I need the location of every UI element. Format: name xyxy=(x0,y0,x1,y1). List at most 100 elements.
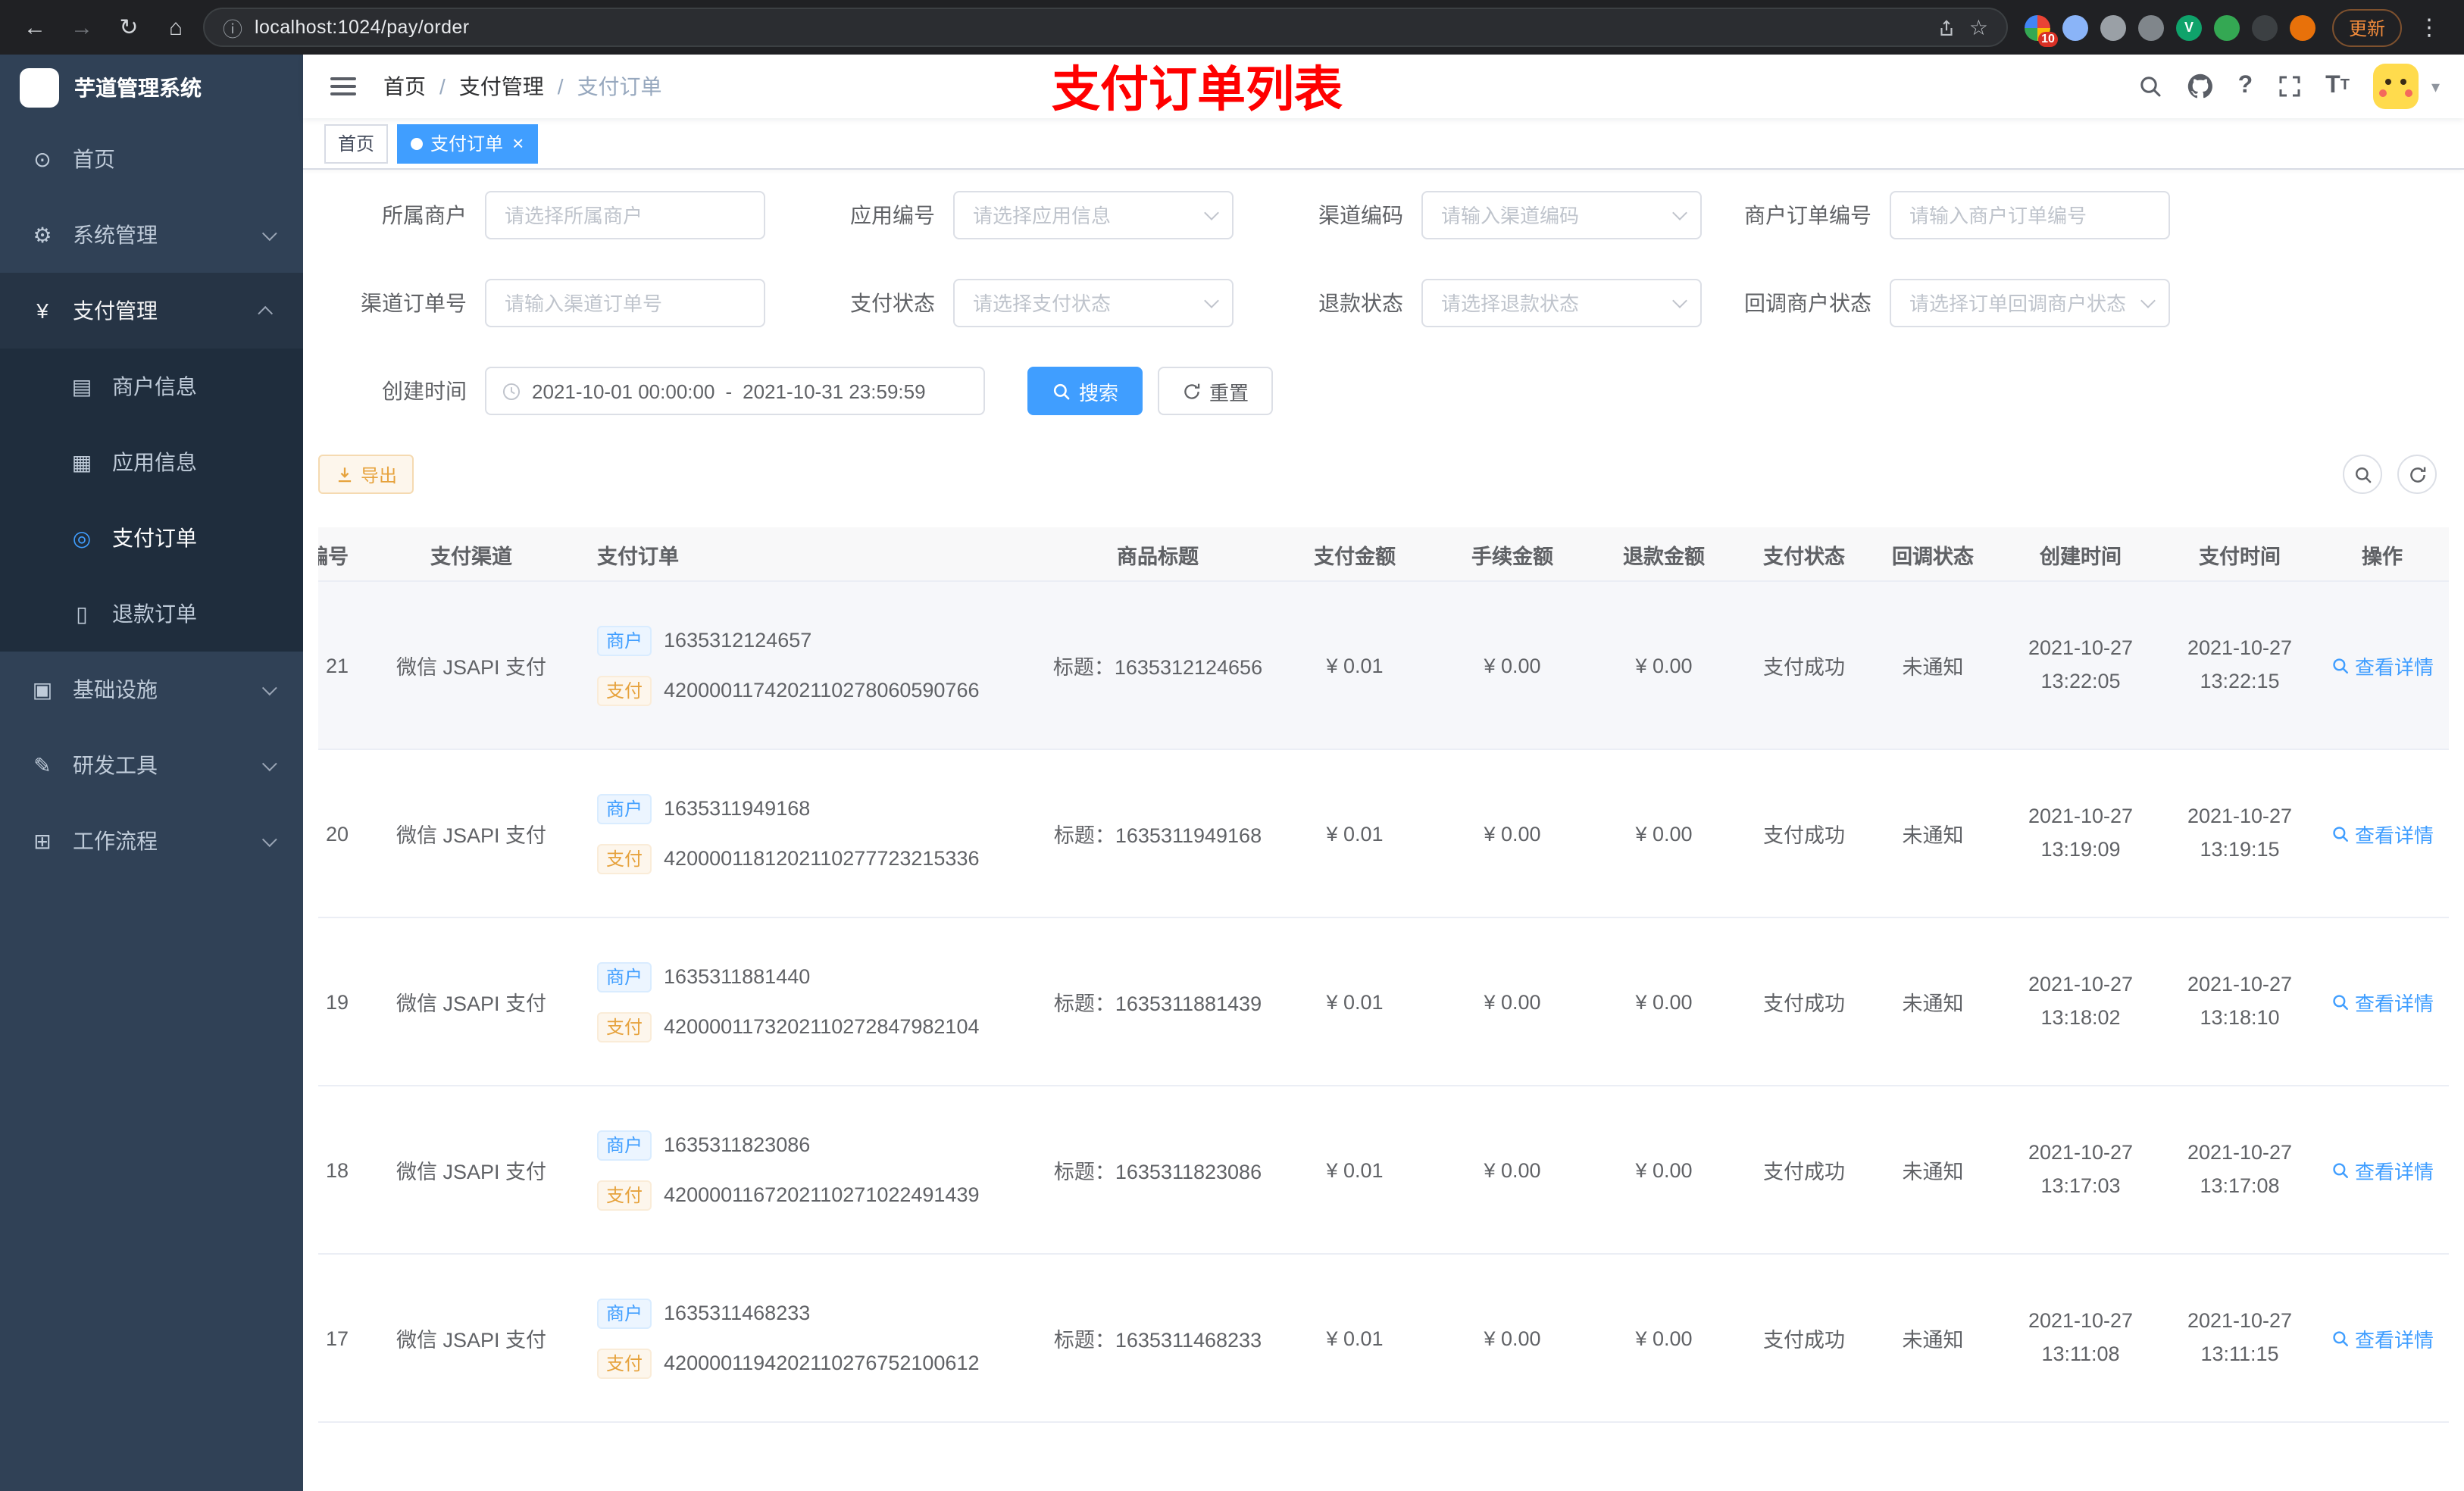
app-logo: 芋道管理系统 xyxy=(0,55,303,121)
status-cell: 支付成功 xyxy=(1763,992,1845,1015)
extension-icon[interactable] xyxy=(2062,14,2088,40)
view-detail-link[interactable]: 查看详情 xyxy=(2331,651,2434,680)
filter-input-field[interactable] xyxy=(485,279,765,327)
column-header: 商品标题 xyxy=(1117,545,1199,567)
forward-icon[interactable]: → xyxy=(62,8,102,47)
extension-icon[interactable]: 10 xyxy=(2024,14,2058,46)
sidebar-subitem-3[interactable]: ◎ 支付订单 xyxy=(0,500,303,576)
sidebar-toggle-icon[interactable] xyxy=(327,71,359,102)
filter-input-field[interactable] xyxy=(1890,279,2170,327)
view-detail-link[interactable]: 查看详情 xyxy=(2331,987,2434,1016)
merchant-order-no: 1635311468233 xyxy=(664,1302,811,1324)
view-detail-link[interactable]: 查看详情 xyxy=(2331,1155,2434,1184)
share-icon[interactable] xyxy=(1937,17,1957,37)
browser-update-button[interactable]: 更新 xyxy=(2331,8,2402,46)
back-icon[interactable]: ← xyxy=(15,8,55,47)
order-id-cell: 19 xyxy=(325,990,349,1013)
filter-select[interactable] xyxy=(1421,191,1702,239)
view-detail-link[interactable]: 查看详情 xyxy=(2331,819,2434,848)
sidebar-item-2[interactable]: ⚙ 系统管理 xyxy=(0,197,303,273)
order-id-cell: 21 xyxy=(325,654,349,677)
close-tab-icon[interactable]: × xyxy=(512,133,524,153)
pay-order-no: 4200001173202110272847982104 xyxy=(664,1015,980,1038)
pay-order-cell: 商户 1635311823086 支付 42000011672021102710224… xyxy=(585,1086,1043,1253)
status-cell xyxy=(1740,1423,1868,1491)
user-avatar[interactable] xyxy=(2373,64,2419,109)
filter-input-field[interactable] xyxy=(1890,191,2170,239)
extension-icon[interactable] xyxy=(2251,14,2278,40)
profile-avatar-icon[interactable] xyxy=(2289,14,2315,40)
yen-icon: ¥ xyxy=(36,299,48,323)
url-text: localhost:1024/pay/order xyxy=(255,17,470,38)
notify-cell xyxy=(1868,1423,1997,1491)
reset-button[interactable]: 重置 xyxy=(1158,367,1274,415)
clock-icon xyxy=(502,381,521,401)
app-header: 首页 / 支付管理 / 支付订单 支付订单列表 ? TT ▾ xyxy=(303,55,2464,118)
filter-row-2: 渠道订单号 支付状态 退款状态 回调商户状态 xyxy=(318,279,2449,327)
sidebar-item-6[interactable]: ⊞ 工作流程 xyxy=(0,803,303,879)
filter-input[interactable] xyxy=(485,279,765,327)
site-info-icon[interactable]: ⓘ xyxy=(223,13,242,42)
sidebar-subitem-1[interactable]: ▤ 商户信息 xyxy=(0,349,303,424)
amount-cell: ¥ 0.01 xyxy=(1326,990,1384,1013)
filter-select[interactable] xyxy=(1890,279,2170,327)
search-button[interactable]: 搜索 xyxy=(1027,367,1143,415)
github-icon[interactable] xyxy=(2187,73,2214,100)
reload-icon[interactable]: ↻ xyxy=(109,8,149,47)
fee-cell: ¥ 0.00 xyxy=(1484,822,1541,845)
table-row: 20 微信 JSAPI 支付 商户 1635311949168 支付 4200001181… xyxy=(318,750,2449,918)
filter-input[interactable] xyxy=(485,191,765,239)
sidebar-subitem-4[interactable]: ▯ 退款订单 xyxy=(0,576,303,652)
table-row: 商户1635311357806 xyxy=(318,1423,2449,1491)
date-range-picker[interactable]: 2021-10-01 00:00:00 - 2021-10-31 23:59:5… xyxy=(485,367,985,415)
sidebar-item-4[interactable]: ▣ 基础设施 xyxy=(0,652,303,727)
filter-input-field[interactable] xyxy=(953,191,1234,239)
tab-label: 首页 xyxy=(338,133,375,155)
export-button[interactable]: 导出 xyxy=(318,455,414,494)
table-row: 18 微信 JSAPI 支付 商户 1635311823086 支付 4200001167… xyxy=(318,1086,2449,1255)
filter-input-field[interactable] xyxy=(1421,191,1702,239)
filter-input-field[interactable] xyxy=(1421,279,1702,327)
sidebar-item-5[interactable]: ✎ 研发工具 xyxy=(0,727,303,803)
column-header: 操作 xyxy=(2362,545,2403,567)
extension-badge: 10 xyxy=(2038,31,2058,46)
sidebar-item-3[interactable]: ¥ 支付管理 xyxy=(0,273,303,349)
bookmark-star-icon[interactable]: ☆ xyxy=(1969,14,1988,40)
caret-down-icon[interactable]: ▾ xyxy=(2431,77,2440,96)
merchant-tag: 商户 xyxy=(597,1130,652,1160)
filter-select[interactable] xyxy=(1421,279,1702,327)
extension-icon[interactable] xyxy=(2213,14,2240,40)
table-row: 17 微信 JSAPI 支付 商户 1635311468233 支付 4200001194… xyxy=(318,1255,2449,1423)
pay-order-no: 4200001167202110271022491439 xyxy=(664,1183,980,1206)
help-icon[interactable]: ? xyxy=(2238,73,2253,100)
font-size-icon[interactable]: TT xyxy=(2325,73,2350,98)
title-cell: 标题：1635311468233 xyxy=(1053,1329,1262,1352)
tab-2[interactable]: 支付订单 × xyxy=(397,123,538,163)
sidebar-item-1[interactable]: ⊙ 首页 xyxy=(0,121,303,197)
filter-input-field[interactable] xyxy=(953,279,1234,327)
fullscreen-icon[interactable] xyxy=(2277,74,2301,98)
tab-1[interactable]: 首页 xyxy=(324,123,389,163)
refresh-table-button[interactable] xyxy=(2397,455,2437,494)
date-end: 2021-10-31 23:59:59 xyxy=(743,380,926,402)
extension-icon[interactable]: V xyxy=(2175,14,2202,40)
address-bar[interactable]: ⓘ localhost:1024/pay/order ☆ xyxy=(203,8,2008,47)
filter-select[interactable] xyxy=(953,279,1234,327)
view-detail-link[interactable]: 查看详情 xyxy=(2331,1324,2434,1352)
date-separator: - xyxy=(725,380,733,402)
filter-input-field[interactable] xyxy=(485,191,765,239)
browser-menu-icon[interactable]: ⋮ xyxy=(2409,8,2449,47)
filter-label: 退款状态 xyxy=(1318,291,1403,315)
breadcrumb-item[interactable]: 首页 xyxy=(383,71,426,102)
home-icon[interactable]: ⌂ xyxy=(156,8,195,47)
search-icon[interactable] xyxy=(2138,74,2162,98)
sidebar-item-label: 首页 xyxy=(73,147,115,171)
extension-icon[interactable] xyxy=(2137,14,2164,40)
extension-icon[interactable] xyxy=(2100,14,2126,40)
filter-input[interactable] xyxy=(1890,191,2170,239)
breadcrumb-item[interactable]: 支付管理 xyxy=(459,71,544,102)
sidebar-subitem-2[interactable]: ▦ 应用信息 xyxy=(0,424,303,500)
toggle-search-button[interactable] xyxy=(2343,455,2382,494)
filter-select[interactable] xyxy=(953,191,1234,239)
pay-time-cell xyxy=(2164,1423,2315,1491)
